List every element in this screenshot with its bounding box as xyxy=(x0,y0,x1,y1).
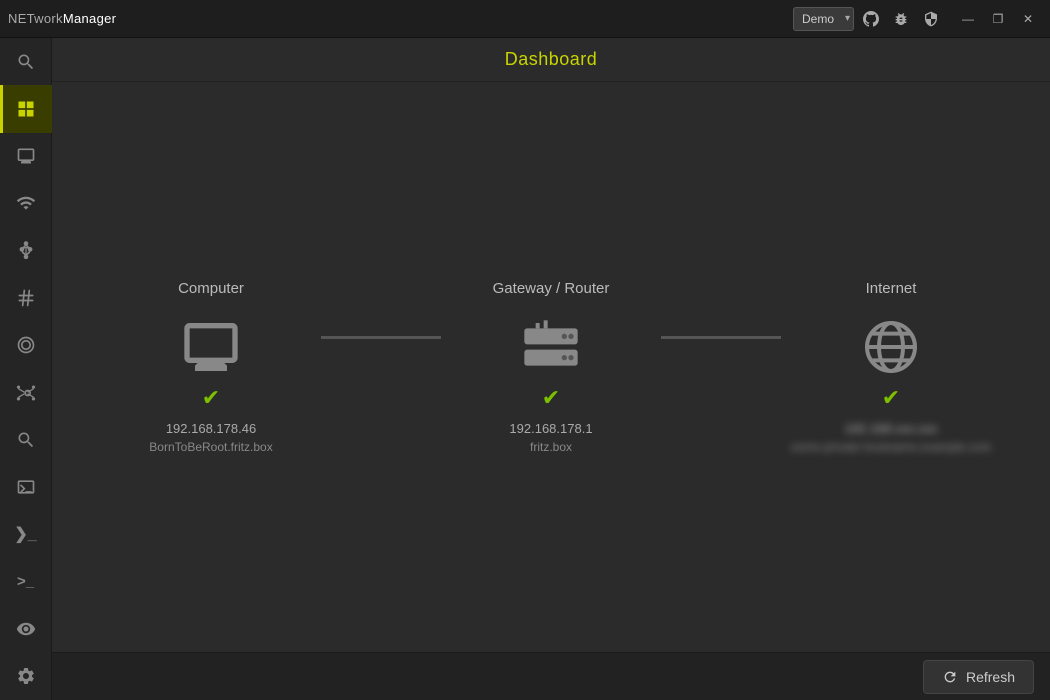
computer-node: Computer ✔ 192.168.178.46 BornToBeRoot.f… xyxy=(101,280,321,454)
content-area: Dashboard Computer ✔ 192.168.178.46 Born… xyxy=(52,38,1050,700)
connector-line-1 xyxy=(321,336,441,339)
sidebar-item-terminal[interactable]: ❯_ xyxy=(0,511,52,558)
dashboard-icon xyxy=(16,99,36,119)
internet-title: Internet xyxy=(866,280,917,297)
router-icon xyxy=(519,315,583,379)
window-controls: — ❐ ✕ xyxy=(954,5,1042,33)
computer-status: ✔ xyxy=(202,385,220,411)
sidebar-item-topology[interactable] xyxy=(0,227,52,274)
topology-icon xyxy=(16,241,36,261)
sidebar: ❯_ >_ xyxy=(0,38,52,700)
github-icon[interactable] xyxy=(860,8,882,30)
gateway-node: Gateway / Router ✔ xyxy=(441,280,661,454)
sidebar-item-cmd[interactable]: >_ xyxy=(0,558,52,605)
scanner-icon xyxy=(16,335,36,355)
monitor-icon xyxy=(16,146,36,166)
gateway-hostname: fritz.box xyxy=(530,440,572,454)
powershell-icon: ❯_ xyxy=(14,524,36,544)
refresh-label: Refresh xyxy=(966,669,1015,685)
gateway-status: ✔ xyxy=(542,385,560,411)
globe-search-icon xyxy=(16,430,36,450)
sidebar-item-network[interactable] xyxy=(0,133,52,180)
bottom-bar: Refresh xyxy=(52,652,1050,700)
settings-icon xyxy=(16,666,36,686)
sidebar-item-tag[interactable] xyxy=(0,274,52,321)
titlebar-left: NETworkManager xyxy=(8,11,116,26)
internet-status: ✔ xyxy=(882,385,900,411)
gateway-ip: 192.168.178.1 xyxy=(509,421,592,436)
sidebar-item-dashboard[interactable] xyxy=(0,85,52,132)
dashboard-area: Computer ✔ 192.168.178.46 BornToBeRoot.f… xyxy=(52,82,1050,652)
refresh-button[interactable]: Refresh xyxy=(923,660,1034,694)
close-button[interactable]: ✕ xyxy=(1014,5,1042,33)
internet-hostname: some-private-hostname.example.com xyxy=(791,440,992,454)
computer-icon xyxy=(179,315,243,379)
network-row: Computer ✔ 192.168.178.46 BornToBeRoot.f… xyxy=(72,280,1030,454)
internet-ip: 192.168.xxx.xxx xyxy=(844,421,937,436)
content-header: Dashboard xyxy=(52,38,1050,82)
refresh-icon xyxy=(942,669,958,685)
sidebar-item-terminal-ui[interactable] xyxy=(0,464,52,511)
sidebar-item-settings[interactable] xyxy=(0,653,52,700)
sidebar-item-wifi[interactable] xyxy=(0,180,52,227)
terminal-ui-icon xyxy=(16,477,36,497)
computer-title: Computer xyxy=(178,280,244,297)
computer-ip: 192.168.178.46 xyxy=(166,421,256,436)
wifi-icon xyxy=(16,193,36,213)
maximize-button[interactable]: ❐ xyxy=(984,5,1012,33)
computer-hostname: BornToBeRoot.fritz.box xyxy=(149,440,272,454)
connections-icon xyxy=(16,383,36,403)
sidebar-item-globe-search[interactable] xyxy=(0,416,52,463)
sidebar-item-view[interactable] xyxy=(0,605,52,652)
sidebar-item-connections[interactable] xyxy=(0,369,52,416)
connector-line-2 xyxy=(661,336,781,339)
sidebar-item-search[interactable] xyxy=(0,38,52,85)
titlebar: NETworkManager Demo Live xyxy=(0,0,1050,38)
demo-select-wrap[interactable]: Demo Live xyxy=(793,7,854,31)
demo-select[interactable]: Demo Live xyxy=(793,7,854,31)
internet-icon xyxy=(859,315,923,379)
tag-icon xyxy=(16,288,36,308)
shield-icon[interactable] xyxy=(920,8,942,30)
titlebar-right: Demo Live xyxy=(793,5,1042,33)
page-title: Dashboard xyxy=(505,49,598,70)
app-title-prefix: NETwork xyxy=(8,11,63,26)
app-title: NETworkManager xyxy=(8,11,116,26)
main-layout: ❯_ >_ Da xyxy=(0,38,1050,700)
sidebar-item-scanner[interactable] xyxy=(0,322,52,369)
cmd-icon: >_ xyxy=(17,573,34,590)
bug-icon[interactable] xyxy=(890,8,912,30)
app-title-suffix: Manager xyxy=(63,11,116,26)
eye-icon xyxy=(16,619,36,639)
titlebar-icons xyxy=(860,8,942,30)
search-icon xyxy=(16,52,36,72)
internet-node: Internet ✔ 192.168.xxx.xxx some-private-… xyxy=(781,280,1001,454)
minimize-button[interactable]: — xyxy=(954,5,982,33)
gateway-title: Gateway / Router xyxy=(493,280,610,297)
